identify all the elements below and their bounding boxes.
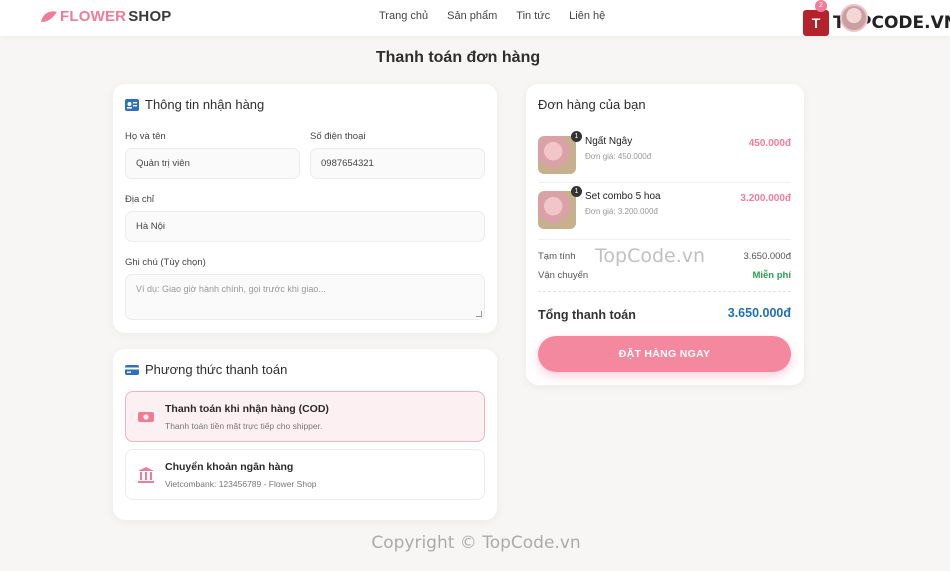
user-avatar[interactable]	[840, 4, 868, 32]
shipping-info-card: Thông tin nhận hàng Họ và tên Quản trị v…	[113, 84, 497, 333]
subtotal-label: Tạm tính	[538, 251, 576, 262]
item-divider	[538, 182, 791, 183]
payment-method-title: Phương thức thanh toán	[145, 362, 288, 377]
cart-count-badge: 2	[815, 0, 827, 12]
bank-icon	[138, 467, 154, 483]
main-nav: Trang chủ Sản phẩm Tin tức Liên hệ	[379, 10, 605, 22]
order-item: 1 Ngất Ngây Đơn giá: 450.000đ 450.000đ	[538, 131, 791, 186]
place-order-button[interactable]: ĐẶT HÀNG NGAY	[538, 336, 791, 372]
payment-option-bank-subtitle: Vietcombank: 123456789 - Flower Shop	[165, 479, 317, 489]
address-label: Địa chỉ	[125, 194, 155, 205]
name-label: Họ và tên	[125, 131, 166, 142]
order-summary-card: Đơn hàng của bạn 1 Ngất Ngây Đơn giá: 45…	[526, 84, 804, 385]
item-quantity-badge: 1	[571, 186, 582, 197]
product-thumbnail	[538, 191, 576, 229]
logo-text-flower: FLOWER	[60, 8, 127, 25]
site-logo[interactable]: FLOWER SHOP	[40, 8, 172, 25]
name-field[interactable]: Quản trị viên	[125, 148, 300, 179]
topcode-watermark-logo: T TOPCODE.VN	[803, 10, 950, 36]
subtotal-value: 3.650.000đ	[743, 251, 791, 262]
flower-logo-icon	[41, 10, 57, 22]
shipping-row: Vận chuyển Miễn phí	[538, 270, 791, 281]
watermark-text: TopCode.vn	[595, 245, 706, 267]
item-quantity-badge: 1	[571, 131, 582, 142]
payment-method-card: Phương thức thanh toán Thanh toán khi nh…	[113, 349, 497, 520]
item-unit-price: Đơn giá: 3.200.000đ	[585, 207, 658, 216]
note-placeholder: Ví dụ: Giao giờ hành chính, gọi trước kh…	[136, 284, 326, 294]
total-value: 3.650.000đ	[727, 306, 791, 320]
nav-products[interactable]: Sản phẩm	[447, 10, 497, 22]
total-label: Tổng thanh toán	[538, 308, 636, 322]
shipping-info-heading: Thông tin nhận hàng	[125, 97, 264, 112]
nav-news[interactable]: Tin tức	[516, 10, 550, 22]
address-field[interactable]: Hà Nội	[125, 211, 485, 242]
payment-option-bank-title: Chuyển khoản ngân hàng	[165, 461, 294, 473]
id-card-icon	[125, 98, 139, 111]
item-divider	[538, 239, 791, 240]
copyright-text: Copyright © TopCode.vn	[371, 533, 581, 553]
item-name: Set combo 5 hoa	[585, 191, 661, 202]
topcode-logo-icon: T	[803, 10, 829, 36]
payment-method-heading: Phương thức thanh toán	[125, 362, 287, 377]
payment-option-bank[interactable]: Chuyển khoản ngân hàng Vietcombank: 1234…	[125, 449, 485, 500]
shipping-cost-value: Miễn phí	[752, 270, 791, 281]
product-thumbnail	[538, 136, 576, 174]
shipping-info-title: Thông tin nhận hàng	[145, 97, 265, 112]
total-row: Tổng thanh toán 3.650.000đ	[538, 306, 791, 324]
money-icon	[138, 412, 154, 422]
item-name: Ngất Ngây	[585, 136, 633, 147]
item-price: 3.200.000đ	[740, 193, 791, 204]
order-item: 1 Set combo 5 hoa Đơn giá: 3.200.000đ 3.…	[538, 186, 791, 241]
page-title: Thanh toán đơn hàng	[375, 49, 541, 66]
phone-label: Số điện thoại	[310, 131, 366, 142]
note-label: Ghi chú (Tùy chọn)	[125, 257, 206, 268]
payment-option-cod-title: Thanh toán khi nhận hàng (COD)	[165, 403, 329, 415]
credit-card-icon	[125, 364, 139, 375]
phone-field[interactable]: 0987654321	[310, 148, 485, 179]
item-price: 450.000đ	[748, 138, 791, 149]
note-textarea[interactable]: Ví dụ: Giao giờ hành chính, gọi trước kh…	[125, 274, 485, 320]
resize-handle[interactable]	[476, 311, 482, 317]
item-unit-price: Đơn giá: 450.000đ	[585, 152, 652, 161]
nav-contact[interactable]: Liên hệ	[569, 10, 605, 22]
nav-home[interactable]: Trang chủ	[379, 10, 428, 22]
total-divider	[538, 291, 791, 292]
order-summary-title: Đơn hàng của bạn	[538, 97, 646, 112]
top-header: FLOWER SHOP Trang chủ Sản phẩm Tin tức Li…	[0, 0, 950, 36]
payment-option-cod[interactable]: Thanh toán khi nhận hàng (COD) Thanh toá…	[125, 391, 485, 442]
logo-text-shop: SHOP	[128, 8, 172, 25]
payment-option-cod-subtitle: Thanh toán tiền mặt trực tiếp cho shippe…	[165, 421, 323, 431]
shipping-cost-label: Vận chuyển	[538, 270, 589, 281]
